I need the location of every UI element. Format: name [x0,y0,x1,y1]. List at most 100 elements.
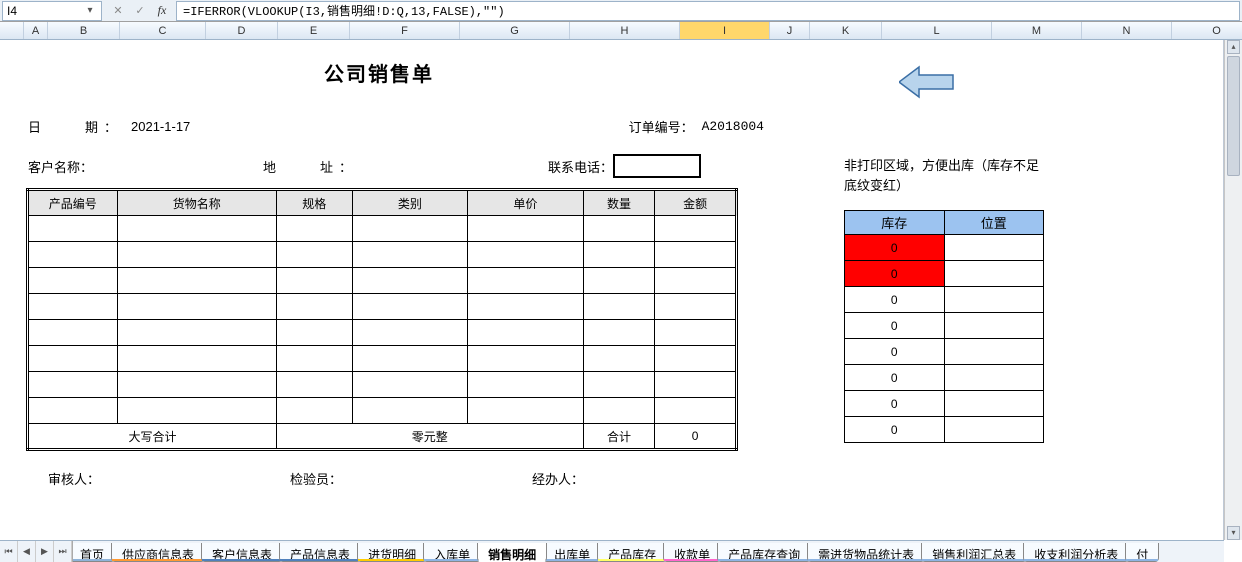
sales-cell[interactable] [352,216,468,242]
col-header-J[interactable]: J [770,22,810,39]
sales-cell[interactable] [583,346,655,372]
tab-nav-next-icon[interactable]: ▶ [36,541,54,562]
sales-cell[interactable] [468,372,584,398]
sales-cell[interactable] [352,398,468,424]
col-header-F[interactable]: F [350,22,460,39]
sales-cell[interactable] [655,398,737,424]
sales-cell[interactable] [276,268,352,294]
sales-cell[interactable] [276,294,352,320]
sales-cell[interactable] [583,216,655,242]
col-header-B[interactable]: B [48,22,120,39]
sheet-tab[interactable]: 需进货物品统计表 [807,543,925,562]
spreadsheet-grid[interactable]: 公司销售单 日 期： 2021-1-17 订单编号： A2018004 客户名称… [0,40,1242,540]
col-header-E[interactable]: E [278,22,350,39]
name-box[interactable]: I4 ▾ [2,1,102,21]
sheet-tab[interactable]: 收支利润分析表 [1023,543,1129,562]
col-header-H[interactable]: H [570,22,680,39]
sales-cell[interactable] [468,294,584,320]
sales-cell[interactable] [583,320,655,346]
sales-cell[interactable] [352,268,468,294]
phone-input-cell[interactable] [613,154,701,178]
sales-cell[interactable] [655,320,737,346]
sales-cell[interactable] [655,242,737,268]
col-header-D[interactable]: D [206,22,278,39]
sales-cell[interactable] [117,320,276,346]
sheet-tab[interactable]: 出库单 [543,543,601,562]
sales-cell[interactable] [28,294,118,320]
stock-cell[interactable]: 0 [845,261,945,287]
sales-cell[interactable] [583,242,655,268]
sheet-tab[interactable]: 收款单 [663,543,721,562]
sales-cell[interactable] [117,242,276,268]
sheet-tab[interactable]: 销售利润汇总表 [921,543,1027,562]
position-cell[interactable] [944,391,1044,417]
sales-cell[interactable] [28,398,118,424]
sales-cell[interactable] [276,372,352,398]
sheet-tab[interactable]: 产品库存查询 [717,543,811,562]
scroll-up-icon[interactable]: ▴ [1227,40,1240,54]
sales-cell[interactable] [468,268,584,294]
formula-input[interactable]: =IFERROR(VLOOKUP(I3,销售明细!D:Q,13,FALSE),"… [176,1,1240,21]
cancel-icon[interactable]: ✕ [110,3,126,19]
stock-cell[interactable]: 0 [845,417,945,443]
tab-nav-last-icon[interactable]: ⏭ [54,541,72,562]
sheet-tab[interactable]: 产品信息表 [279,543,361,562]
sheet-tab[interactable]: 付 [1125,543,1159,562]
sales-cell[interactable] [583,372,655,398]
name-box-dropdown-icon[interactable]: ▾ [83,5,97,16]
sales-cell[interactable] [352,294,468,320]
col-header-L[interactable]: L [882,22,992,39]
sheet-tab[interactable]: 供应商信息表 [111,543,205,562]
sheet-tab[interactable]: 首页 [73,543,115,562]
sales-cell[interactable] [117,294,276,320]
stock-cell[interactable]: 0 [845,391,945,417]
sales-cell[interactable] [655,268,737,294]
col-header-K[interactable]: K [810,22,882,39]
sales-cell[interactable] [117,346,276,372]
sheet-tab[interactable]: 产品库存 [597,543,667,562]
sales-cell[interactable] [468,242,584,268]
sales-cell[interactable] [28,320,118,346]
sheet-tab[interactable]: 进货明细 [357,543,427,562]
col-header-N[interactable]: N [1082,22,1172,39]
sales-cell[interactable] [468,398,584,424]
sales-cell[interactable] [117,398,276,424]
position-cell[interactable] [944,313,1044,339]
col-header-C[interactable]: C [120,22,206,39]
position-cell[interactable] [944,339,1044,365]
scrollbar-thumb[interactable] [1227,56,1240,176]
sales-cell[interactable] [468,320,584,346]
stock-cell[interactable]: 0 [845,339,945,365]
stock-cell[interactable]: 0 [845,365,945,391]
sales-cell[interactable] [468,216,584,242]
col-header-G[interactable]: G [460,22,570,39]
sales-cell[interactable] [28,268,118,294]
position-cell[interactable] [944,365,1044,391]
sales-cell[interactable] [655,372,737,398]
col-header-A[interactable]: A [24,22,48,39]
position-cell[interactable] [944,261,1044,287]
sales-cell[interactable] [276,346,352,372]
left-arrow-shape[interactable] [899,65,955,102]
sales-cell[interactable] [117,216,276,242]
sales-cell[interactable] [28,346,118,372]
position-cell[interactable] [944,417,1044,443]
sales-cell[interactable] [117,268,276,294]
col-header-O[interactable]: O [1172,22,1242,39]
sales-cell[interactable] [655,294,737,320]
position-cell[interactable] [944,235,1044,261]
sales-cell[interactable] [276,242,352,268]
sales-cell[interactable] [583,268,655,294]
sales-cell[interactable] [117,372,276,398]
fx-icon[interactable]: fx [154,3,170,19]
select-all-corner[interactable] [0,22,24,39]
enter-icon[interactable]: ✓ [132,3,148,19]
sales-cell[interactable] [28,372,118,398]
tab-nav-first-icon[interactable]: ⏮ [0,541,18,562]
col-header-I[interactable]: I [680,22,770,39]
sales-cell[interactable] [352,372,468,398]
stock-cell[interactable]: 0 [845,235,945,261]
sheet-tab[interactable]: 客户信息表 [201,543,283,562]
sheet-tab[interactable]: 销售明细 [477,543,547,562]
sales-cell[interactable] [276,320,352,346]
